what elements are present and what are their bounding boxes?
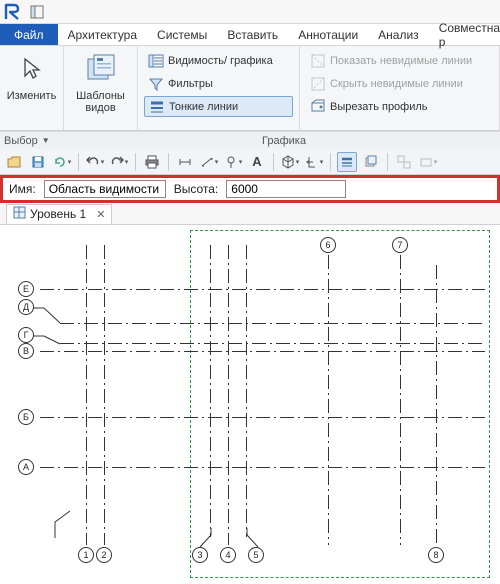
- modify-label: Изменить: [7, 90, 57, 102]
- visibility-graphics-button[interactable]: Видимость/ графика: [144, 50, 293, 71]
- show-hidden-lines-button: Показать невидимые линии: [306, 50, 493, 71]
- grid-bubble-G[interactable]: Г: [18, 327, 34, 343]
- grid-line-4[interactable]: [228, 245, 229, 545]
- ribbon-graphics-group2: Показать невидимые линии Скрыть невидимы…: [300, 46, 500, 130]
- grid-line-B[interactable]: [40, 417, 485, 418]
- hide-hidden-label: Скрыть невидимые линии: [330, 78, 463, 90]
- cut-profile-icon: [310, 99, 326, 115]
- grid-line-A[interactable]: [40, 467, 485, 468]
- ribbon-graphics-group1: Видимость/ графика Фильтры Тонкие линии: [138, 46, 300, 130]
- close-tab-icon[interactable]: ✕: [96, 208, 105, 221]
- menu-architecture[interactable]: Архитектура: [58, 24, 148, 45]
- grid-line-E[interactable]: [40, 289, 485, 290]
- revit-logo-icon: [4, 3, 22, 21]
- grid-line-2[interactable]: [104, 245, 105, 545]
- cut-profile-button[interactable]: Вырезать профиль: [306, 96, 493, 117]
- grid-line-7[interactable]: [400, 255, 401, 545]
- ribbon-templates-panel: Шаблоны видов: [64, 46, 138, 130]
- grid-bubble-7[interactable]: 7: [392, 237, 408, 253]
- grid-bubble-1[interactable]: 1: [78, 547, 94, 563]
- templates-label: Шаблоны видов: [76, 90, 125, 114]
- qat-properties-icon[interactable]: [28, 3, 46, 21]
- switch-windows-icon[interactable]: [394, 152, 414, 172]
- view-templates-icon[interactable]: [84, 52, 118, 86]
- grid-line-6[interactable]: [328, 255, 329, 545]
- scope-box[interactable]: [190, 230, 490, 578]
- grid-bubble-3[interactable]: 3: [192, 547, 208, 563]
- file-menu[interactable]: Файл: [0, 24, 58, 45]
- filters-button[interactable]: Фильтры: [144, 73, 293, 94]
- aligned-dim-icon[interactable]: [199, 152, 219, 172]
- grid-line-1[interactable]: [86, 245, 87, 545]
- print-icon[interactable]: [142, 152, 162, 172]
- grid-bubble-4[interactable]: 4: [220, 547, 236, 563]
- visibility-label: Видимость/ графика: [168, 55, 273, 67]
- grid-bubble-V[interactable]: В: [18, 343, 34, 359]
- grid-line-5[interactable]: [246, 245, 247, 537]
- close-inactive-icon[interactable]: [361, 152, 381, 172]
- menu-systems[interactable]: Системы: [147, 24, 217, 45]
- title-bar: [0, 0, 500, 24]
- visibility-icon: [148, 53, 164, 69]
- view-tabs: Уровень 1 ✕: [0, 203, 500, 225]
- menu-insert[interactable]: Вставить: [217, 24, 288, 45]
- filters-icon: [148, 76, 164, 92]
- options-bar: Имя: Высота:: [0, 175, 500, 203]
- grid-line-3[interactable]: [210, 245, 211, 537]
- grid-bubble-2[interactable]: 2: [96, 547, 112, 563]
- menu-analyze[interactable]: Анализ: [368, 24, 429, 45]
- grid-bubble-B[interactable]: Б: [18, 409, 34, 425]
- hide-hidden-icon: [310, 76, 326, 92]
- 3d-view-icon[interactable]: [280, 152, 300, 172]
- name-label: Имя:: [9, 182, 36, 196]
- menu-collab[interactable]: Совместная р: [429, 24, 500, 45]
- drawing-canvas[interactable]: Е Д Г В Б А 1 2 3 4 5 6 7 8: [0, 225, 500, 584]
- ribbon: Изменить Шаблоны видов Видимость/ график…: [0, 46, 500, 131]
- show-hidden-icon: [310, 53, 326, 69]
- thin-lines-button[interactable]: Тонкие линии: [144, 96, 293, 117]
- open-icon[interactable]: [4, 152, 24, 172]
- grid-line-8[interactable]: [436, 265, 437, 545]
- section-icon[interactable]: [304, 152, 324, 172]
- show-hidden-label: Показать невидимые линии: [330, 55, 472, 67]
- menu-bar: Файл Архитектура Системы Вставить Аннота…: [0, 24, 500, 46]
- grid-bubble-D[interactable]: Д: [18, 299, 34, 315]
- thin-lines-icon: [149, 99, 165, 115]
- undo-icon[interactable]: [85, 152, 105, 172]
- save-icon[interactable]: [28, 152, 48, 172]
- name-field[interactable]: [44, 180, 166, 198]
- height-field[interactable]: [226, 180, 346, 198]
- ribbon-titles: Выбор▼ Графика: [0, 131, 500, 149]
- view-tab-level1[interactable]: Уровень 1 ✕: [6, 204, 112, 224]
- ribbon-modify-panel: Изменить: [0, 46, 64, 130]
- plan-view-icon: [13, 206, 26, 222]
- graphics-panel-title: Графика: [64, 131, 500, 149]
- view-tab-label: Уровень 1: [30, 207, 86, 221]
- measure-icon[interactable]: [175, 152, 195, 172]
- grid-bubble-8[interactable]: 8: [428, 547, 444, 563]
- sync-icon[interactable]: [52, 152, 72, 172]
- grid-line-V[interactable]: [40, 351, 485, 352]
- menu-annotations[interactable]: Аннотации: [288, 24, 368, 45]
- thin-lines-toggle-icon[interactable]: [337, 152, 357, 172]
- cut-profile-label: Вырезать профиль: [330, 101, 428, 113]
- select-panel-title: Выбор▼: [0, 131, 64, 149]
- grid-bubble-E[interactable]: Е: [18, 281, 34, 297]
- quick-access-toolbar: A: [0, 149, 500, 175]
- hide-hidden-lines-button: Скрыть невидимые линии: [306, 73, 493, 94]
- grid-bubble-A[interactable]: А: [18, 459, 34, 475]
- grid-bubble-5[interactable]: 5: [248, 547, 264, 563]
- height-label: Высота:: [174, 182, 219, 196]
- filters-label: Фильтры: [168, 78, 213, 90]
- thin-lines-label: Тонкие линии: [169, 101, 238, 113]
- text-icon[interactable]: A: [247, 152, 267, 172]
- grid-bubble-6[interactable]: 6: [320, 237, 336, 253]
- cursor-icon[interactable]: [15, 52, 49, 86]
- tag-icon[interactable]: [223, 152, 243, 172]
- more-icon[interactable]: [418, 152, 438, 172]
- grid-line-D[interactable]: [60, 323, 485, 324]
- redo-icon[interactable]: [109, 152, 129, 172]
- grid-line-G[interactable]: [60, 343, 485, 344]
